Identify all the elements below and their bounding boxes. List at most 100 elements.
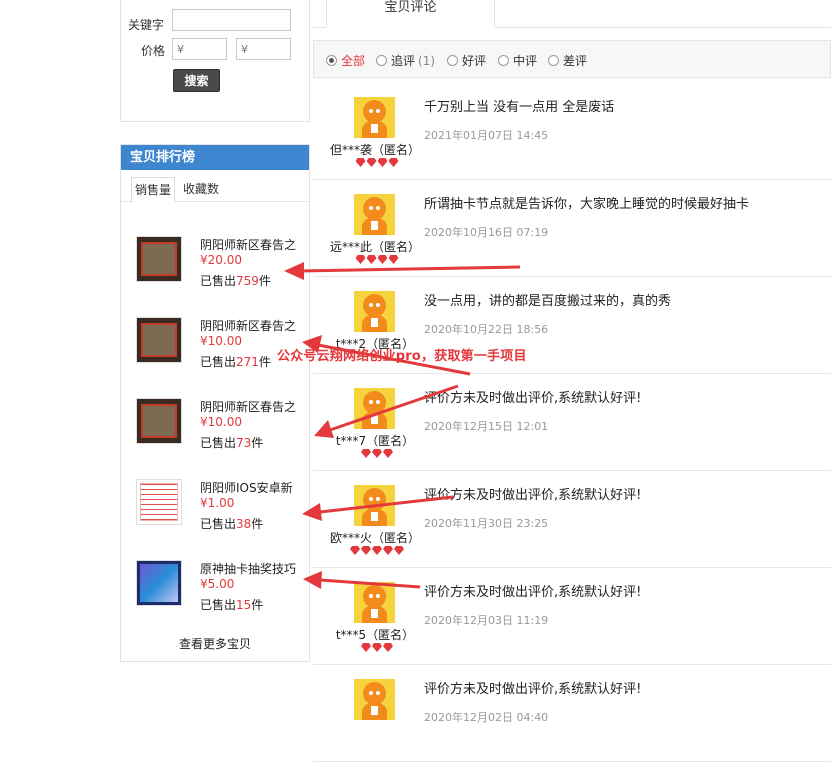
search-button[interactable]: 搜索 bbox=[173, 69, 220, 92]
rating-gem-icon bbox=[361, 449, 371, 458]
ranking-item[interactable]: 阴阳师新区春告之 ¥20.00 已售出759件 bbox=[136, 236, 306, 296]
review-content: 评价方未及时做出评价,系统默认好评! bbox=[424, 391, 642, 406]
product-thumbnail[interactable] bbox=[136, 479, 182, 525]
keyword-input[interactable] bbox=[172, 9, 291, 31]
review-time: 2020年11月30日 23:25 bbox=[424, 517, 549, 530]
review-filter-bar: 全部 追评 (1) 好评 中评 差评 bbox=[313, 40, 831, 78]
ranking-item[interactable]: 阴阳师IOS安卓新 ¥1.00 已售出38件 bbox=[136, 479, 306, 539]
product-name[interactable]: 阴阳师IOS安卓新 bbox=[200, 479, 293, 496]
product-name[interactable]: 原神抽卡抽奖技巧 bbox=[200, 560, 296, 577]
product-price: ¥10.00 bbox=[200, 334, 242, 348]
review-content: 所谓抽卡节点就是告诉你，大家晚上睡觉的时候最好抽卡 bbox=[424, 197, 750, 212]
rating-gem-icon bbox=[366, 158, 377, 167]
rating-gem-icon bbox=[361, 643, 371, 652]
rating-gem-icon bbox=[372, 449, 382, 458]
product-sold: 已售出15件 bbox=[200, 598, 264, 612]
price-min-input[interactable] bbox=[172, 38, 227, 60]
review-content: 没一点用，讲的都是百度搬过来的，真的秀 bbox=[424, 294, 672, 309]
review-item: t***5（匿名） 评价方未及时做出评价,系统默认好评! 2020年12月03日 1… bbox=[313, 568, 831, 665]
rating-gem-icon bbox=[355, 158, 366, 167]
rating-gem-icon bbox=[377, 158, 388, 167]
ranking-title: 宝贝排行榜 bbox=[121, 145, 309, 170]
review-time: 2020年12月15日 12:01 bbox=[424, 420, 549, 433]
product-name[interactable]: 阴阳师新区春告之 bbox=[200, 317, 296, 334]
product-thumbnail[interactable] bbox=[136, 236, 182, 282]
filter-positive[interactable]: 好评 bbox=[447, 52, 486, 69]
review-content: 评价方未及时做出评价,系统默认好评! bbox=[424, 585, 642, 600]
filter-neutral[interactable]: 中评 bbox=[498, 52, 537, 69]
radio-button[interactable] bbox=[326, 55, 337, 66]
product-thumbnail[interactable] bbox=[136, 560, 182, 606]
review-item: 评价方未及时做出评价,系统默认好评! 2020年12月02日 04:40 bbox=[313, 665, 831, 762]
radio-button[interactable] bbox=[498, 55, 509, 66]
price-max-input[interactable] bbox=[236, 38, 291, 60]
product-name[interactable]: 阴阳师新区春告之 bbox=[200, 398, 296, 415]
filter-all[interactable]: 全部 bbox=[326, 52, 365, 69]
user-avatar[interactable] bbox=[354, 485, 395, 526]
product-sold: 已售出73件 bbox=[200, 436, 264, 450]
rating-gems bbox=[347, 546, 407, 558]
review-content: 千万别上当 没有一点用 全是废话 bbox=[424, 100, 615, 115]
product-thumbnail[interactable] bbox=[136, 317, 182, 363]
radio-button[interactable] bbox=[447, 55, 458, 66]
product-sold: 已售出759件 bbox=[200, 274, 271, 288]
watermark-text: 公众号云翔网络创业pro，获取第一手项目 bbox=[277, 349, 527, 364]
product-price: ¥20.00 bbox=[200, 253, 242, 267]
reviewer-name: 欧***火（匿名） bbox=[329, 531, 420, 545]
rating-gem-icon bbox=[388, 158, 399, 167]
rating-gem-icon bbox=[383, 643, 393, 652]
rating-gem-icon bbox=[383, 449, 393, 458]
user-avatar[interactable] bbox=[354, 194, 395, 235]
rating-gem-icon bbox=[372, 643, 382, 652]
filter-followup[interactable]: 追评 (1) bbox=[376, 52, 435, 69]
rating-gem-icon bbox=[372, 546, 382, 555]
review-item: t***7（匿名） 评价方未及时做出评价,系统默认好评! 2020年12月15日 1… bbox=[313, 374, 831, 471]
radio-button[interactable] bbox=[376, 55, 387, 66]
filter-negative[interactable]: 差评 bbox=[548, 52, 587, 69]
product-price: ¥5.00 bbox=[200, 577, 235, 591]
rating-gem-icon bbox=[350, 546, 360, 555]
ranking-item[interactable]: 阴阳师新区春告之 ¥10.00 已售出73件 bbox=[136, 398, 306, 458]
ranking-item[interactable]: 原神抽卡抽奖技巧 ¥5.00 已售出15件 bbox=[136, 560, 306, 620]
rating-gem-icon bbox=[388, 255, 399, 264]
product-sold: 已售出38件 bbox=[200, 517, 264, 531]
review-content: 评价方未及时做出评价,系统默认好评! bbox=[424, 682, 642, 697]
rating-gems bbox=[347, 643, 407, 655]
radio-button[interactable] bbox=[548, 55, 559, 66]
search-panel: 关键字 价格 搜索 bbox=[120, 0, 310, 122]
review-item: 远***此（匿名） 所谓抽卡节点就是告诉你，大家晚上睡觉的时候最好抽卡 2020年1… bbox=[313, 180, 831, 277]
rating-gems bbox=[347, 740, 407, 752]
rating-gem-icon bbox=[383, 546, 393, 555]
user-avatar[interactable] bbox=[354, 291, 395, 332]
review-item: 但***袭（匿名） 千万别上当 没有一点用 全是废话 2021年01月07日 14:… bbox=[313, 83, 831, 180]
view-more-link[interactable]: 查看更多宝贝 bbox=[121, 635, 309, 652]
reviewer-name: 但***袭（匿名） bbox=[329, 143, 420, 157]
user-avatar[interactable] bbox=[354, 388, 395, 429]
rating-gem-icon bbox=[377, 255, 388, 264]
tab-sales[interactable]: 销售量 bbox=[131, 177, 176, 203]
rating-gems bbox=[347, 158, 407, 170]
product-price: ¥1.00 bbox=[200, 496, 235, 510]
reviewer-name: t***7（匿名） bbox=[335, 434, 415, 448]
reviewer-name: 远***此（匿名） bbox=[329, 240, 420, 254]
product-name[interactable]: 阴阳师新区春告之 bbox=[200, 236, 296, 253]
reviewer-name: t***5（匿名） bbox=[335, 628, 415, 642]
user-avatar[interactable] bbox=[354, 679, 395, 720]
price-label: 价格 bbox=[141, 44, 166, 58]
ranking-panel: 宝贝排行榜 销售量 收藏数 阴阳师新区春告之 ¥20.00 已售出759件 阴阳… bbox=[120, 144, 310, 662]
tab-favorites[interactable]: 收藏数 bbox=[180, 177, 222, 203]
product-thumbnail[interactable] bbox=[136, 398, 182, 444]
rating-gems bbox=[347, 449, 407, 461]
user-avatar[interactable] bbox=[354, 582, 395, 623]
user-avatar[interactable] bbox=[354, 97, 395, 138]
tab-reviews[interactable]: 宝贝评论 bbox=[326, 0, 495, 28]
review-tab-bar: 宝贝评论 bbox=[313, 0, 831, 28]
review-time: 2020年10月22日 18:56 bbox=[424, 323, 549, 336]
product-price: ¥10.00 bbox=[200, 415, 242, 429]
ranking-tabs: 销售量 收藏数 bbox=[121, 170, 309, 203]
rating-gem-icon bbox=[394, 546, 404, 555]
review-item: 欧***火（匿名） 评价方未及时做出评价,系统默认好评! 2020年11月30日 2… bbox=[313, 471, 831, 568]
review-time: 2021年01月07日 14:45 bbox=[424, 129, 549, 142]
product-sold: 已售出271件 bbox=[200, 355, 271, 369]
review-time: 2020年12月03日 11:19 bbox=[424, 614, 549, 627]
